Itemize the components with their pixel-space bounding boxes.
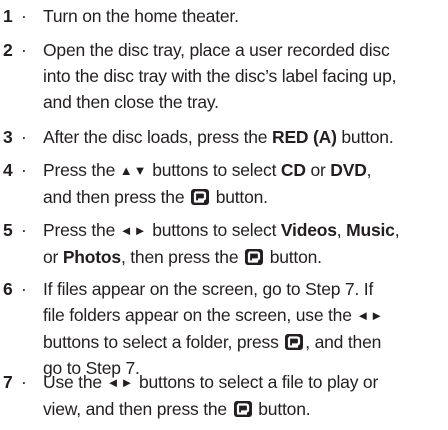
step-number: 1 <box>3 6 13 26</box>
instruction-steps: 1 · Turn on the home theater. 2 · Open t… <box>0 0 448 430</box>
text-run: Turn on the home theater. <box>43 6 239 26</box>
text-run: button. <box>265 247 322 267</box>
bold-term: Photos <box>62 247 121 267</box>
text-run: If files appear on the screen, go to Ste… <box>43 279 374 299</box>
bold-term: RED (A) <box>272 127 337 147</box>
step-5: 5 · Press the ◄► buttons to select Video… <box>0 217 448 270</box>
text-run: Press the <box>43 220 120 240</box>
step-text-line: file folders appear on the screen, use t… <box>43 302 448 329</box>
step-3: 3 · After the disc loads, press the RED … <box>0 124 448 150</box>
bold-term: Music <box>346 220 395 240</box>
text-run: After the disc loads, press the <box>43 127 272 147</box>
step-text-line: and then close the tray. <box>43 89 448 115</box>
step-text-line: into the disc tray with the disc’s label… <box>43 63 448 89</box>
text-run: Press the <box>43 160 120 180</box>
text-run: , then press the <box>120 247 244 267</box>
step-bullet: · <box>21 160 27 180</box>
step-text: Turn on the home theater. <box>43 3 448 29</box>
text-run: into the disc tray with the disc’s label… <box>43 66 397 86</box>
step-text: Press the ◄► buttons to select Videos, M… <box>43 217 448 270</box>
step-bullet: · <box>21 279 27 299</box>
step-bullet: · <box>21 220 27 240</box>
step-bullet: · <box>21 40 27 60</box>
step-text-line: Use the ◄► buttons to select a file to p… <box>43 369 448 396</box>
bold-term: CD <box>280 160 306 180</box>
step-number: 4 <box>3 160 13 180</box>
text-run: buttons to select <box>147 160 281 180</box>
bold-term: DVD <box>330 160 367 180</box>
step-bullet: · <box>21 6 27 26</box>
step-text-line: buttons to select a folder, press , and … <box>43 329 448 355</box>
enter-button-icon <box>191 189 210 205</box>
text-run: buttons to select a file to play or <box>134 372 379 392</box>
step-text: If files appear on the screen, go to Ste… <box>43 276 448 381</box>
text-run: button. <box>211 187 268 207</box>
step-2: 2 · Open the disc tray, place a user rec… <box>0 37 448 115</box>
step-text-line: view, and then press the button. <box>43 396 448 422</box>
step-text: Open the disc tray, place a user recorde… <box>43 37 448 115</box>
bold-term: Videos <box>280 220 337 240</box>
step-number: 5 <box>3 220 13 240</box>
step-number: 2 <box>3 40 13 60</box>
left-right-arrows-icon: ◄► <box>356 308 385 323</box>
step-text-line: or Photos, then press the button. <box>43 244 448 270</box>
step-number: 3 <box>3 127 13 147</box>
text-run: , and then <box>305 332 382 352</box>
step-4: 4 · Press the ▲▼ buttons to select CD or… <box>0 157 448 210</box>
step-text: After the disc loads, press the RED (A) … <box>43 124 448 150</box>
text-run: , <box>394 220 400 240</box>
step-text-line: Press the ◄► buttons to select Videos, M… <box>43 217 448 244</box>
text-run: button. <box>336 127 394 147</box>
step-text-line: and then press the button. <box>43 184 448 210</box>
enter-button-icon <box>245 249 264 265</box>
text-run: and then press the <box>43 187 190 207</box>
step-text-line: If files appear on the screen, go to Ste… <box>43 276 448 302</box>
enter-button-icon <box>233 401 252 417</box>
step-text-line: Turn on the home theater. <box>43 3 448 29</box>
text-run: file folders appear on the screen, use t… <box>43 305 357 325</box>
text-run: , <box>366 160 372 180</box>
step-text-line: Open the disc tray, place a user recorde… <box>43 37 448 63</box>
text-run: button. <box>253 399 311 419</box>
step-number: 7 <box>3 372 13 392</box>
left-right-arrows-icon: ◄► <box>106 375 135 390</box>
text-run: and then close the tray. <box>43 92 219 112</box>
step-bullet: · <box>21 372 27 392</box>
step-1: 1 · Turn on the home theater. <box>0 3 448 29</box>
step-bullet: · <box>21 127 27 147</box>
text-run: or <box>305 160 331 180</box>
text-run: Open the disc tray, place a user recorde… <box>43 40 390 60</box>
text-run: buttons to select <box>147 220 281 240</box>
step-text: Use the ◄► buttons to select a file to p… <box>43 369 448 422</box>
text-run: view, and then press the <box>43 399 232 419</box>
step-text-line: After the disc loads, press the RED (A) … <box>43 124 448 150</box>
up-down-arrows-icon: ▲▼ <box>119 163 148 178</box>
text-run: Use the <box>43 372 107 392</box>
text-run: or <box>43 247 63 267</box>
step-text-line: Press the ▲▼ buttons to select CD or DVD… <box>43 157 448 184</box>
text-run: buttons to select a folder, press <box>43 332 284 352</box>
step-number: 6 <box>3 279 13 299</box>
text-run: , <box>336 220 347 240</box>
left-right-arrows-icon: ◄► <box>119 223 148 238</box>
enter-button-icon <box>285 334 304 350</box>
step-7: 7 · Use the ◄► buttons to select a file … <box>0 369 448 422</box>
step-text: Press the ▲▼ buttons to select CD or DVD… <box>43 157 448 210</box>
step-6: 6 · If files appear on the screen, go to… <box>0 276 448 381</box>
